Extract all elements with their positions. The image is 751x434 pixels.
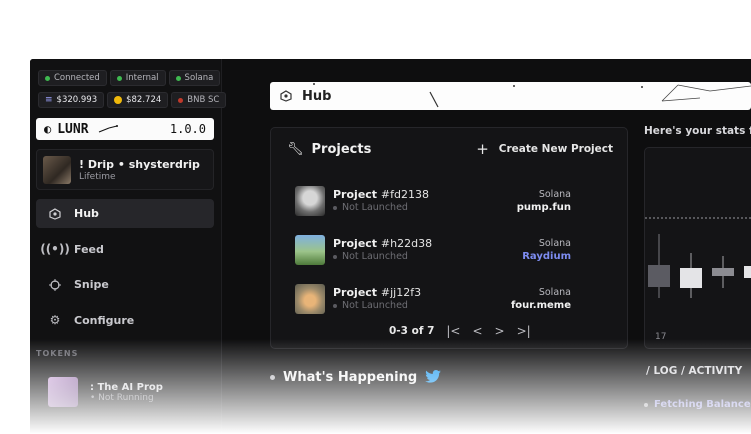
project-name: Project bbox=[333, 188, 378, 201]
sidebar-item-feed[interactable]: ((•)) Feed bbox=[36, 235, 214, 264]
status-dot-icon bbox=[333, 254, 337, 259]
project-chain: Solana bbox=[538, 286, 571, 298]
app-window: Connected Internal Solana ≡ $320.993 $82… bbox=[30, 59, 751, 434]
gear-icon: ⚙ bbox=[49, 313, 61, 327]
project-list: Project #fd2138 Not Launched Solana pump… bbox=[295, 176, 571, 323]
hub-icon bbox=[48, 207, 62, 221]
avatar bbox=[43, 155, 71, 184]
whats-happening-header: What's Happening bbox=[270, 368, 441, 387]
stats-chart-card: 17 bbox=[644, 147, 751, 349]
status-dot-icon: • bbox=[90, 392, 99, 403]
status-dot-icon bbox=[45, 75, 50, 81]
projects-header: 🔧︎ Projects + Create New Project bbox=[287, 140, 613, 158]
token-item[interactable]: : The AI Prop • Not Running bbox=[48, 377, 163, 407]
project-status: Not Launched bbox=[342, 300, 408, 311]
status-dot-icon bbox=[116, 75, 122, 81]
project-thumbnail bbox=[295, 283, 325, 314]
twitter-bird-icon[interactable] bbox=[425, 368, 441, 387]
whats-happening-title: What's Happening bbox=[283, 370, 418, 385]
token-name: : The AI Prop bbox=[90, 381, 163, 393]
status-dot-icon bbox=[178, 97, 184, 103]
profile-subtitle: Lifetime bbox=[79, 171, 116, 182]
bullet-icon bbox=[644, 402, 648, 407]
hub-search-bar[interactable]: Hub bbox=[270, 82, 751, 110]
log-activity-heading: / LOG / ACTIVITY bbox=[646, 365, 743, 377]
balance-chip-row: ≡ $320.993 $82.724 BNB SC bbox=[38, 92, 227, 108]
status-dot-icon bbox=[333, 303, 337, 308]
project-platform: Raydium bbox=[522, 250, 571, 262]
bnb-coin-icon bbox=[114, 96, 123, 104]
project-row[interactable]: Project #h22d38 Not Launched Solana Rayd… bbox=[295, 225, 571, 274]
bullet-icon bbox=[270, 375, 275, 380]
sol-balance-chip[interactable]: ≡ $320.993 bbox=[38, 92, 105, 108]
project-chain: Solana bbox=[538, 237, 571, 249]
chart-axis-label: 17 bbox=[655, 332, 667, 342]
project-thumbnail bbox=[295, 185, 325, 216]
stats-heading: Here's your stats fr bbox=[644, 125, 751, 137]
project-name: Project bbox=[333, 237, 378, 250]
project-hash: #fd2138 bbox=[380, 188, 429, 201]
internal-status-chip: Internal bbox=[109, 70, 166, 86]
sidebar: Connected Internal Solana ≡ $320.993 $82… bbox=[30, 59, 227, 434]
tokens-section-label: TOKENS bbox=[36, 349, 79, 358]
status-dot-icon bbox=[333, 205, 337, 210]
pagination: 0-3 of 7 |< < > >| bbox=[389, 324, 531, 338]
bnb-chain-chip[interactable]: BNB SC bbox=[171, 92, 227, 108]
prev-page-icon[interactable]: < bbox=[472, 324, 482, 338]
profile-card[interactable]: ! Drip • shysterdrip Lifetime bbox=[36, 149, 214, 190]
first-page-icon[interactable]: |< bbox=[446, 324, 460, 338]
log-entry: Fetching Balances bbox=[644, 399, 751, 410]
constellation-decoration bbox=[313, 83, 751, 108]
crosshair-icon bbox=[48, 278, 62, 292]
candlestick-chart bbox=[645, 217, 751, 298]
project-hash: #h22d38 bbox=[380, 237, 433, 250]
solana-icon: ≡ bbox=[45, 95, 53, 105]
status-dot-icon bbox=[175, 75, 181, 81]
project-row[interactable]: Project #fd2138 Not Launched Solana pump… bbox=[295, 176, 571, 225]
lunr-logo-icon: ◐ bbox=[44, 122, 52, 136]
wrench-icon: 🔧︎ bbox=[287, 141, 304, 157]
connection-status-chip: Connected bbox=[38, 70, 107, 86]
create-project-button[interactable]: + Create New Project bbox=[476, 140, 613, 158]
project-chain: Solana bbox=[538, 188, 571, 200]
token-image bbox=[48, 377, 78, 407]
status-chip-row: Connected Internal Solana bbox=[38, 70, 221, 86]
profile-name: ! Drip • shysterdrip bbox=[79, 157, 200, 171]
project-platform: four.meme bbox=[510, 299, 571, 311]
brand-name: LUNR bbox=[57, 121, 89, 137]
sidebar-item-snipe[interactable]: Snipe bbox=[36, 270, 214, 299]
sidebar-item-configure[interactable]: ⚙ Configure bbox=[36, 306, 214, 335]
token-status: • Not Running bbox=[90, 392, 154, 403]
project-status: Not Launched bbox=[342, 251, 408, 262]
sidebar-item-hub[interactable]: Hub bbox=[36, 199, 214, 228]
projects-title: Projects bbox=[311, 141, 372, 157]
sidebar-nav: Hub ((•)) Feed Snipe ⚙ Configure bbox=[36, 199, 214, 341]
network-status-chip: Solana bbox=[168, 70, 221, 86]
plus-icon: + bbox=[476, 140, 489, 158]
project-status: Not Launched bbox=[342, 202, 408, 213]
bnb-balance-chip[interactable]: $82.724 bbox=[107, 92, 169, 108]
project-name: Project bbox=[333, 286, 378, 299]
pagination-range: 0-3 of 7 bbox=[389, 325, 435, 337]
project-row[interactable]: Project #jj12f3 Not Launched Solana four… bbox=[295, 274, 571, 323]
broadcast-icon: ((•)) bbox=[40, 242, 70, 256]
project-platform: pump.fun bbox=[516, 201, 571, 213]
app-version: 1.0.0 bbox=[169, 122, 206, 136]
brand-bar: ◐ LUNR 1.0.0 bbox=[36, 118, 214, 140]
next-page-icon[interactable]: > bbox=[495, 324, 505, 338]
last-page-icon[interactable]: >| bbox=[517, 324, 531, 338]
project-thumbnail bbox=[295, 234, 325, 265]
project-hash: #jj12f3 bbox=[380, 286, 422, 299]
constellation-icon bbox=[98, 125, 118, 133]
projects-panel: 🔧︎ Projects + Create New Project Project… bbox=[270, 127, 628, 349]
